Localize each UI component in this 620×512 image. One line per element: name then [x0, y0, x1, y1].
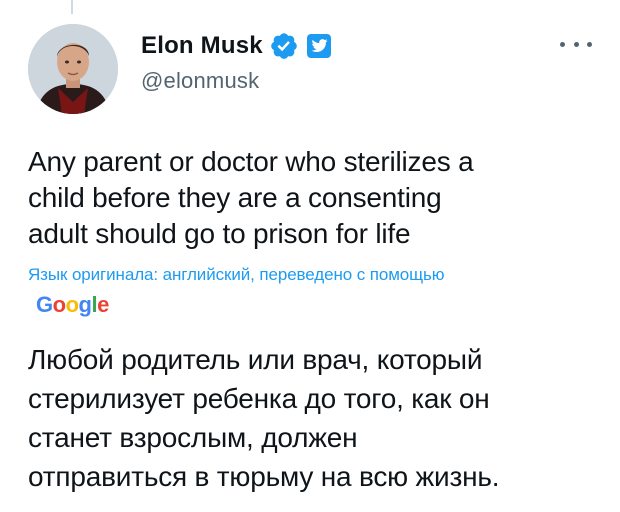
google-logo-letter: e — [97, 292, 109, 317]
google-logo-letter: g — [78, 292, 92, 317]
thread-line — [71, 0, 73, 14]
dot — [573, 41, 579, 47]
translated-text-line: отправиться в тюрьму на всю жизнь. — [28, 461, 500, 492]
dot — [560, 41, 565, 47]
google-logo-letter: o — [52, 292, 66, 317]
dot — [587, 41, 592, 47]
translated-text-line: станет взрослым, должен — [28, 422, 358, 453]
translation-note-link[interactable]: Язык оригинала: английский, переведено с… — [28, 265, 598, 285]
google-logo-letter: o — [65, 292, 79, 317]
avatar[interactable] — [28, 24, 118, 114]
author-block: Elon Musk @elonmusk — [141, 30, 331, 94]
tweet-text-line: Any parent or doctor who sterilizes a — [28, 146, 474, 177]
twitter-bird-icon — [306, 34, 331, 58]
google-logo[interactable]: Google — [36, 292, 109, 318]
more-horizontal-icon[interactable] — [560, 36, 592, 52]
tweet-text-line: adult should go to prison for life — [28, 218, 411, 249]
translated-text-line: стерилизует ребенка до того, как он — [28, 383, 490, 414]
verified-badge-icon — [269, 31, 299, 61]
google-logo-letter: G — [36, 292, 53, 317]
handle[interactable]: @elonmusk — [141, 68, 331, 94]
tweet-text-line: child before they are a consenting — [28, 182, 442, 213]
avatar-image — [28, 24, 118, 114]
name-row: Elon Musk — [141, 30, 331, 62]
translated-text-line: Любой родитель или врач, который — [28, 344, 483, 375]
tweet-text: Any parent or doctor who sterilizes a ch… — [28, 144, 588, 252]
tweet-card: Elon Musk @elonmusk Any parent or doctor… — [0, 0, 620, 512]
display-name[interactable]: Elon Musk — [141, 32, 263, 60]
translated-text: Любой родитель или врач, который стерили… — [28, 340, 598, 496]
